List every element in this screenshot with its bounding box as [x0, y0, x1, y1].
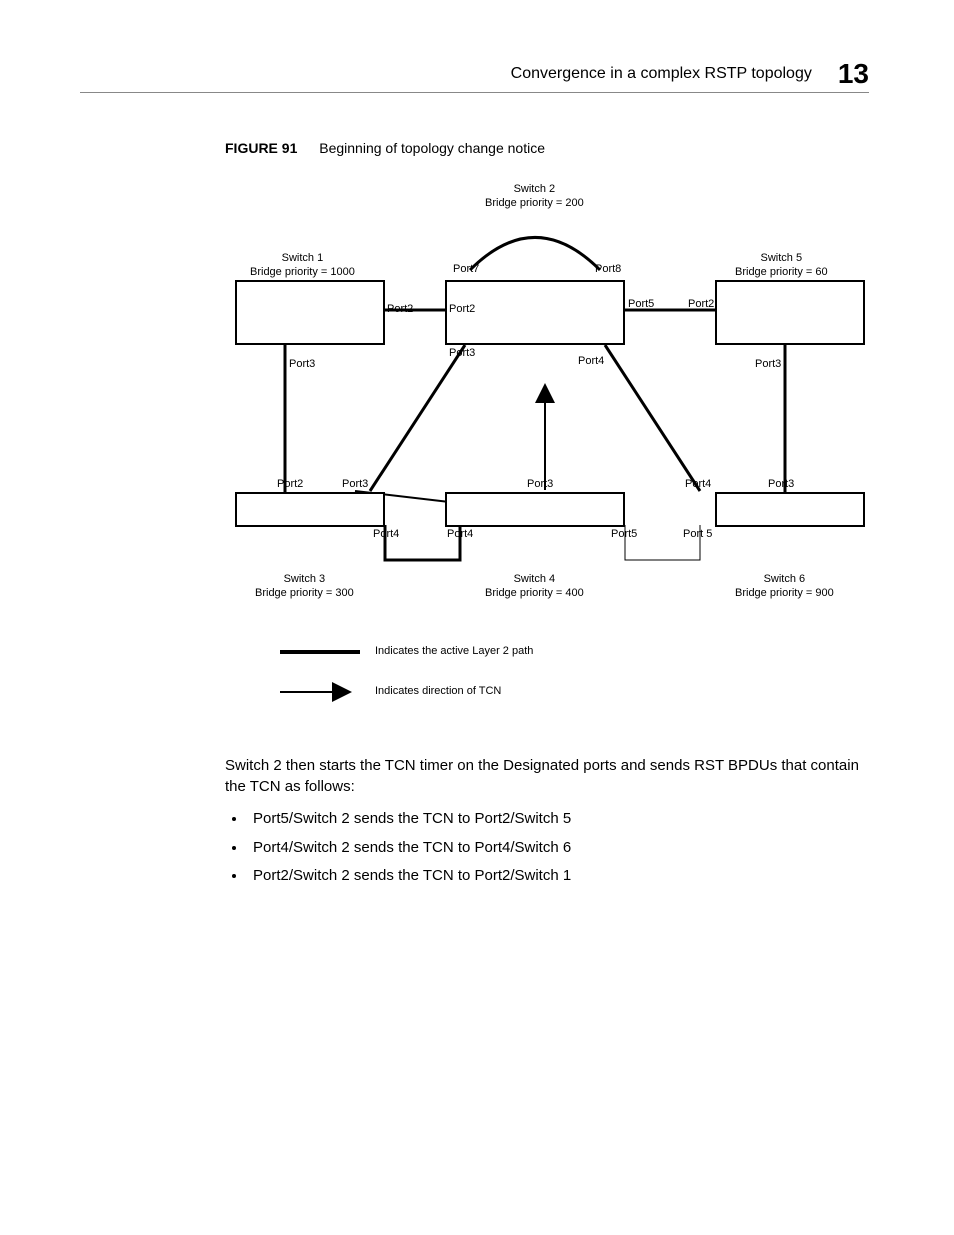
page-header: Convergence in a complex RSTP topology 1… — [511, 58, 869, 90]
body-paragraph: Switch 2 then starts the TCN timer on th… — [225, 755, 870, 797]
header-title: Convergence in a complex RSTP topology — [511, 65, 812, 83]
network-diagram: Switch 2 Bridge priority = 200 Switch 1 … — [225, 175, 875, 715]
port-label: Port4 — [447, 528, 473, 540]
switch6-box — [715, 492, 865, 527]
chapter-number: 13 — [838, 58, 869, 90]
switch4-box — [445, 492, 625, 527]
port-label: Port4 — [685, 478, 711, 490]
switch1-box — [235, 280, 385, 345]
switch1-label: Switch 1 Bridge priority = 1000 — [250, 252, 355, 280]
port-label: Port2 — [449, 303, 475, 315]
port-label: Port3 — [768, 478, 794, 490]
port-label: Port2 — [688, 298, 714, 310]
legend-active: Indicates the active Layer 2 path — [375, 645, 533, 657]
port-label: Port5 — [611, 528, 637, 540]
port-label: Port3 — [527, 478, 553, 490]
port-label: Port7 — [453, 263, 479, 275]
figure-caption: FIGURE 91 Beginning of topology change n… — [225, 140, 545, 156]
port-label: Port3 — [342, 478, 368, 490]
switch3-box — [235, 492, 385, 527]
port-label: Port3 — [449, 347, 475, 359]
figure-title: Beginning of topology change notice — [319, 140, 545, 156]
header-rule — [80, 92, 869, 93]
port-label: Port2 — [387, 303, 413, 315]
port-label: Port4 — [373, 528, 399, 540]
port-label: Port3 — [755, 358, 781, 370]
figure-label: FIGURE 91 — [225, 140, 297, 156]
port-label: Port5 — [628, 298, 654, 310]
port-label: Port3 — [289, 358, 315, 370]
port-label: Port4 — [578, 355, 604, 367]
switch2-label: Switch 2 Bridge priority = 200 — [485, 183, 584, 211]
legend-tcn: Indicates direction of TCN — [375, 685, 501, 697]
switch5-box — [715, 280, 865, 345]
port-label: Port 5 — [683, 528, 712, 540]
list-item: Port2/Switch 2 sends the TCN to Port2/Sw… — [247, 862, 870, 891]
list-item: Port5/Switch 2 sends the TCN to Port2/Sw… — [247, 805, 870, 834]
switch4-label: Switch 4 Bridge priority = 400 — [485, 573, 584, 601]
list-item: Port4/Switch 2 sends the TCN to Port4/Sw… — [247, 834, 870, 863]
port-label: Port2 — [277, 478, 303, 490]
port-label: Port8 — [595, 263, 621, 275]
switch5-label: Switch 5 Bridge priority = 60 — [735, 252, 828, 280]
bullet-list-container: Port5/Switch 2 sends the TCN to Port2/Sw… — [225, 805, 870, 891]
bullet-list: Port5/Switch 2 sends the TCN to Port2/Sw… — [225, 805, 870, 891]
switch3-label: Switch 3 Bridge priority = 300 — [255, 573, 354, 601]
switch6-label: Switch 6 Bridge priority = 900 — [735, 573, 834, 601]
